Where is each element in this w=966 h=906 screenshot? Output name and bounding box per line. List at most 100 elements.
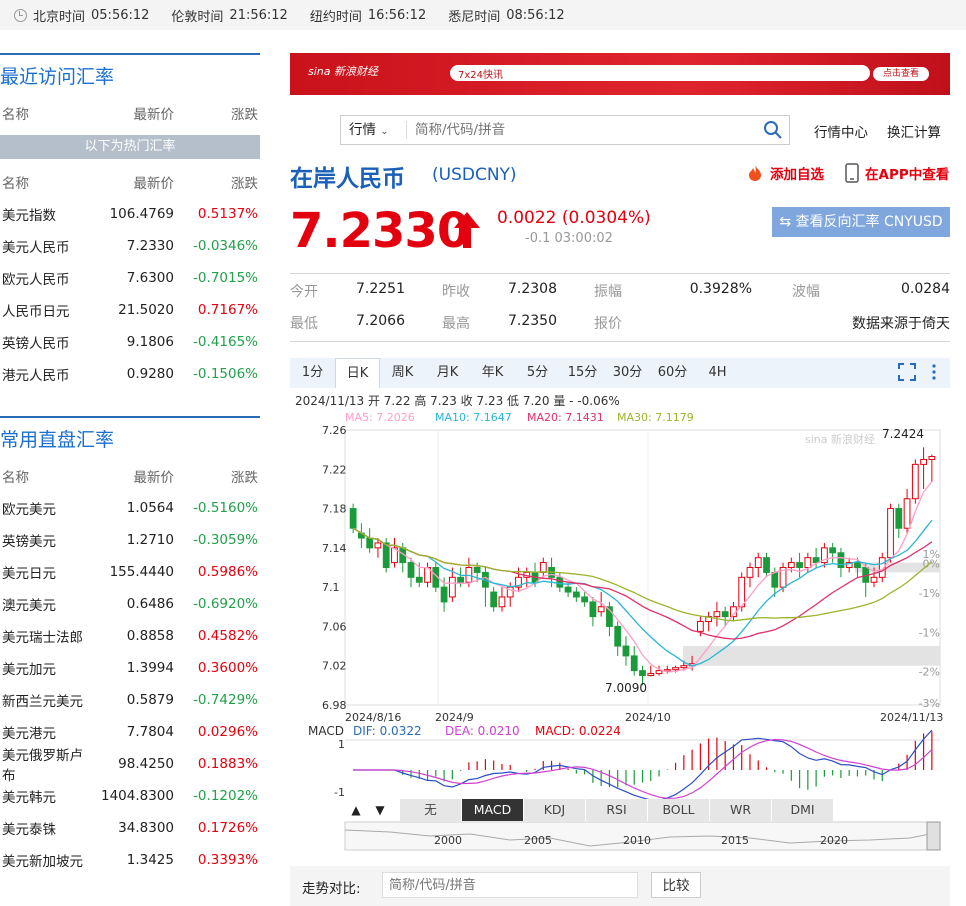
market-center-link[interactable]: 行情中心 [814, 121, 868, 141]
indicator-tab-1[interactable]: MACD [462, 799, 524, 821]
add-favorite-button[interactable]: 添加自选 [746, 163, 824, 183]
rate-name[interactable]: 新西兰元美元 [0, 690, 90, 710]
indicator-tab-5[interactable]: WR [710, 799, 772, 821]
tab-1[interactable]: 日K [335, 358, 380, 388]
scroll-up-button[interactable]: ▲ [346, 800, 366, 820]
fx-calculator-link[interactable]: 换汇计算 [887, 121, 941, 141]
tab-2[interactable]: 周K [380, 358, 425, 388]
tab-6[interactable]: 15分 [560, 358, 605, 388]
rate-name[interactable]: 美元新加坡元 [0, 850, 90, 870]
rate-row[interactable]: 美元新加坡元 1.3425 0.3393% [0, 844, 260, 876]
rate-name[interactable]: 美元加元 [0, 658, 90, 678]
candle [746, 567, 754, 578]
indicator-tab-6[interactable]: DMI [772, 799, 834, 821]
rate-name[interactable]: 美元泰铢 [0, 818, 90, 838]
tab-8[interactable]: 60分 [650, 358, 695, 388]
rate-name[interactable]: 欧元人民币 [0, 268, 90, 288]
y-tick-label: 7.1 [322, 581, 340, 594]
candlestick-chart[interactable]: 7.267.227.187.147.17.067.026.981%0%-1%-1… [290, 390, 950, 855]
indicator-tab-4[interactable]: BOLL [648, 799, 710, 821]
rate-name[interactable]: 港元人民币 [0, 364, 90, 384]
compare-button[interactable]: 比较 [651, 872, 701, 898]
scroll-down-button[interactable]: ▼ [370, 800, 390, 820]
quote-value: 0.0284 [901, 281, 950, 297]
candle [647, 673, 655, 677]
fullscreen-icon[interactable] [898, 363, 916, 381]
tab-9[interactable]: 4H [695, 358, 740, 388]
rate-name[interactable]: 美元韩元 [0, 786, 90, 806]
rate-row[interactable]: 英镑人民币 9.1806 -0.4165% [0, 326, 260, 358]
candle [920, 458, 927, 465]
market-select[interactable]: 行情 ⌄ [341, 121, 407, 139]
world-clock-bar: 北京时间 05:56:12 伦敦时间 21:56:12 纽约时间 16:56:12 悉… [0, 0, 966, 30]
rate-name[interactable]: 美元人民币 [0, 236, 90, 256]
rate-change: 0.1883% [197, 756, 258, 772]
rate-row[interactable]: 人民币日元 21.5020 0.7167% [0, 294, 260, 326]
rate-row[interactable]: 美元指数 106.4769 0.5137% [0, 198, 260, 230]
banner-cta-button[interactable]: 点击查看 [873, 67, 929, 81]
indicator-tab-3[interactable]: RSI [586, 799, 648, 821]
candle [630, 655, 638, 672]
rate-row[interactable]: 美元俄罗斯卢布 98.4250 0.1883% [0, 748, 260, 784]
rate-row[interactable]: 新西兰元美元 0.5879 -0.7429% [0, 684, 260, 716]
more-icon[interactable] [930, 363, 938, 381]
rate-name[interactable]: 英镑人民币 [0, 332, 90, 352]
hot-table-header: 名称 最新价 涨跌 [2, 176, 258, 192]
direct-section-divider [0, 416, 260, 418]
rate-row[interactable]: 美元瑞士法郎 0.8858 0.4582% [0, 620, 260, 652]
rate-name[interactable]: 人民币日元 [0, 300, 90, 320]
rate-row[interactable]: 欧元美元 1.0564 -0.5160% [0, 492, 260, 524]
max-price-label: 7.2424 [882, 427, 924, 441]
tab-4[interactable]: 年K [470, 358, 515, 388]
rate-row[interactable]: 美元泰铢 34.8300 0.1726% [0, 812, 260, 844]
quote-label: 波幅 [792, 284, 820, 300]
rate-row[interactable]: 美元加元 1.3994 0.3600% [0, 652, 260, 684]
navigator-year: 2005 [524, 834, 552, 847]
phone-icon [845, 163, 859, 183]
rate-row[interactable]: 美元韩元 1404.8300 -0.1202% [0, 780, 260, 812]
rate-name[interactable]: 美元日元 [0, 562, 90, 582]
rate-name[interactable]: 美元港元 [0, 722, 90, 742]
rate-row[interactable]: 澳元美元 0.6486 -0.6920% [0, 588, 260, 620]
search-input[interactable] [407, 122, 763, 138]
reverse-rate-button[interactable]: ⇆ 查看反向汇率 CNYUSD [772, 207, 950, 237]
indicator-tab-2[interactable]: KDJ [524, 799, 586, 821]
quote-label: 报价 [594, 316, 622, 332]
rate-price: 0.8858 [126, 628, 174, 644]
search-icon[interactable] [763, 120, 783, 140]
y-tick-label: 7.02 [322, 660, 347, 673]
macd-tick: -1 [334, 786, 345, 799]
rate-name[interactable]: 澳元美元 [0, 594, 90, 614]
promo-banner[interactable]: sina 新浪财经 7x24快讯 点击查看 [290, 53, 950, 95]
view-in-app-button[interactable]: 在APP中查看 [845, 163, 949, 183]
rate-row[interactable]: 欧元人民币 7.6300 -0.7015% [0, 262, 260, 294]
candle [787, 562, 795, 568]
tab-5[interactable]: 5分 [515, 358, 560, 388]
candle [911, 463, 919, 500]
rate-row[interactable]: 英镑美元 1.2710 -0.3059% [0, 524, 260, 556]
dif-label: DIF: 0.0322 [353, 724, 422, 738]
clock-icon [14, 8, 27, 22]
rate-change: -0.5160% [193, 500, 258, 516]
rate-name[interactable]: 欧元美元 [0, 498, 90, 518]
navigator-handle [926, 821, 941, 851]
y-tick-label: 7.26 [322, 424, 347, 437]
candle [374, 542, 382, 549]
tab-3[interactable]: 月K [425, 358, 470, 388]
candle [448, 576, 456, 598]
candle [366, 537, 374, 549]
candle [680, 665, 688, 669]
navigator-year: 2000 [434, 834, 462, 847]
rate-row[interactable]: 美元日元 155.4440 0.5986% [0, 556, 260, 588]
tab-7[interactable]: 30分 [605, 358, 650, 388]
rate-name[interactable]: 美元俄罗斯卢布 [0, 744, 90, 784]
rate-price: 1.3994 [126, 660, 174, 676]
rate-row[interactable]: 港元人民币 0.9280 -0.1506% [0, 358, 260, 390]
rate-name[interactable]: 美元指数 [0, 204, 90, 224]
rate-name[interactable]: 美元瑞士法郎 [0, 626, 90, 646]
indicator-tab-0[interactable]: 无 [400, 799, 462, 821]
tab-0[interactable]: 1分 [290, 358, 335, 388]
rate-row[interactable]: 美元人民币 7.2330 -0.0346% [0, 230, 260, 262]
compare-input[interactable] [382, 872, 638, 898]
rate-name[interactable]: 英镑美元 [0, 530, 90, 550]
